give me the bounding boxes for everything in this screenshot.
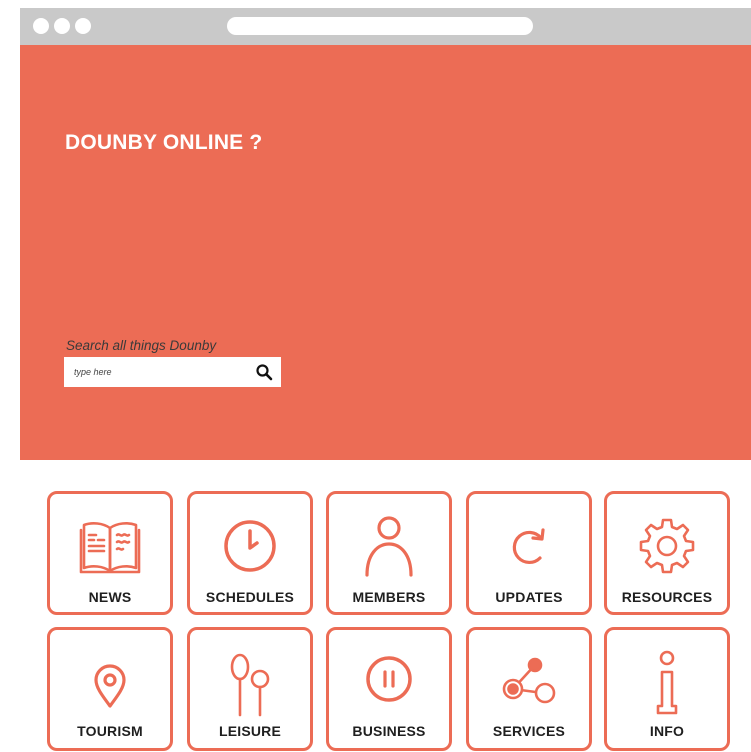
tile-label: INFO <box>649 723 685 739</box>
tile-label: SERVICES <box>492 723 566 739</box>
tile-label: TOURISM <box>77 723 143 739</box>
refresh-icon <box>512 528 545 565</box>
tile-services[interactable]: SERVICES <box>466 627 592 751</box>
open-book-icon <box>79 522 141 574</box>
search-icon[interactable] <box>255 363 273 381</box>
tile-label: SCHEDULES <box>205 589 295 605</box>
window-dot-icon[interactable] <box>75 18 91 34</box>
tile-label: NEWS <box>88 589 132 605</box>
browser-toolbar <box>20 8 751 45</box>
balloons-icon <box>230 653 270 717</box>
window-dot-icon[interactable] <box>33 18 49 34</box>
tile-business[interactable]: BUSINESS <box>326 627 452 751</box>
tile-label: BUSINESS <box>352 723 426 739</box>
pause-circle-icon <box>366 656 412 702</box>
share-nodes-icon <box>502 657 556 704</box>
search-box <box>64 357 281 387</box>
tile-label: UPDATES <box>495 589 563 605</box>
search-label: Search all things Dounby <box>66 338 217 353</box>
person-icon <box>365 516 413 577</box>
tile-news[interactable]: NEWS <box>47 491 173 615</box>
window-dot-icon[interactable] <box>54 18 70 34</box>
tile-label: MEMBERS <box>352 589 426 605</box>
tile-resources[interactable]: RESOURCES <box>604 491 730 615</box>
tile-members[interactable]: MEMBERS <box>326 491 452 615</box>
tile-tourism[interactable]: TOURISM <box>47 627 173 751</box>
info-icon <box>656 650 678 715</box>
address-bar[interactable] <box>227 17 533 35</box>
clock-icon <box>224 520 276 572</box>
tile-info[interactable]: INFO <box>604 627 730 751</box>
tile-label: RESOURCES <box>621 589 713 605</box>
tile-schedules[interactable]: SCHEDULES <box>187 491 313 615</box>
gear-icon <box>639 518 695 574</box>
tile-updates[interactable]: UPDATES <box>466 491 592 615</box>
tile-leisure[interactable]: LEISURE <box>187 627 313 751</box>
tile-label: LEISURE <box>218 723 282 739</box>
hero-banner: DOUNBY ONLINE ? Search all things Dounby <box>20 45 751 460</box>
search-input[interactable] <box>74 357 244 387</box>
page-title: DOUNBY ONLINE ? <box>65 131 263 154</box>
map-pin-icon <box>94 664 126 708</box>
